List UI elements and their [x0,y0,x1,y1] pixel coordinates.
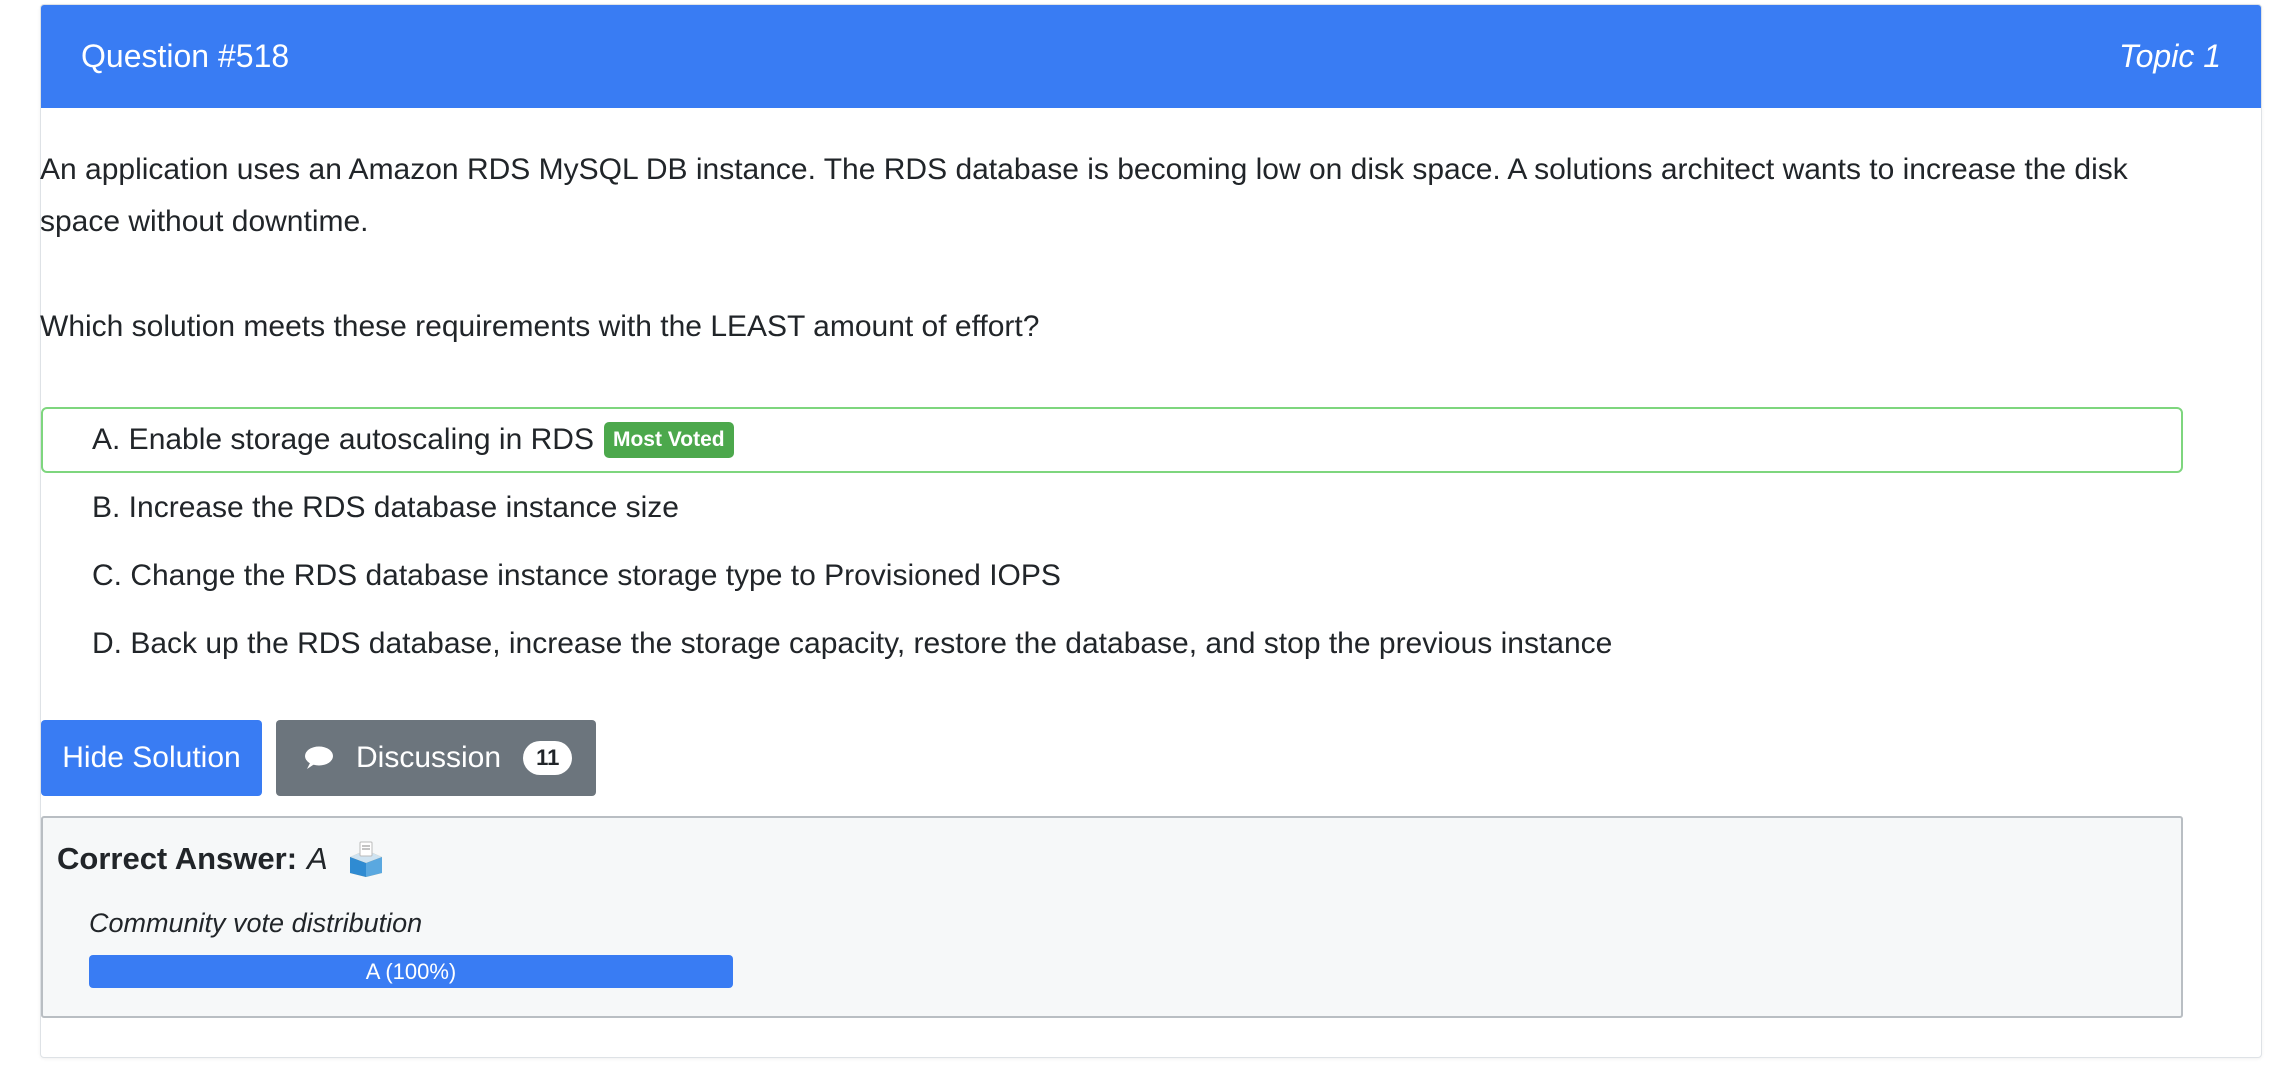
choice-b[interactable]: B. Increase the RDS database instance si… [41,475,2183,541]
choice-c-label: C. Change the RDS database instance stor… [92,559,1061,592]
choice-d-label: D. Back up the RDS database, increase th… [92,627,1613,660]
comment-icon [305,746,333,769]
vote-distribution-bar: A (100%) [89,955,733,988]
discussion-button[interactable]: Discussion 11 [276,720,596,796]
vote-distribution-label: Community vote distribution [89,908,423,938]
vote-bar-segment-a: A (100%) [89,955,733,988]
question-prompt: Which solution meets these requirements … [40,310,1040,343]
most-voted-badge: Most Voted [603,422,734,458]
action-buttons: Hide Solution Discussion 11 [41,720,596,796]
choice-b-label: B. Increase the RDS database instance si… [92,491,679,524]
correct-answer-value: A [307,841,328,876]
discussion-label: Discussion [356,741,502,774]
choice-d[interactable]: D. Back up the RDS database, increase th… [41,611,2183,677]
choice-a-label: A. Enable storage autoscaling in RDS [92,423,594,456]
choice-a[interactable]: A. Enable storage autoscaling in RDS Mos… [41,407,2183,473]
answer-choices: A. Enable storage autoscaling in RDS Mos… [41,407,2183,679]
correct-answer-label: Correct Answer: [57,841,298,876]
choice-c[interactable]: C. Change the RDS database instance stor… [41,543,2183,609]
topic-label: Topic 1 [2119,38,2221,74]
ballot-box-icon[interactable] [346,840,386,878]
discussion-count-badge: 11 [523,741,573,775]
solution-panel: Correct Answer: A Community vote distrib… [41,816,2183,1018]
hide-solution-button[interactable]: Hide Solution [41,720,262,796]
question-header: Question #518 Topic 1 [41,5,2261,108]
question-text: An application uses an Amazon RDS MySQL … [40,153,2128,238]
question-number: Question #518 [81,38,290,74]
correct-answer-line: Correct Answer: A [57,840,386,878]
